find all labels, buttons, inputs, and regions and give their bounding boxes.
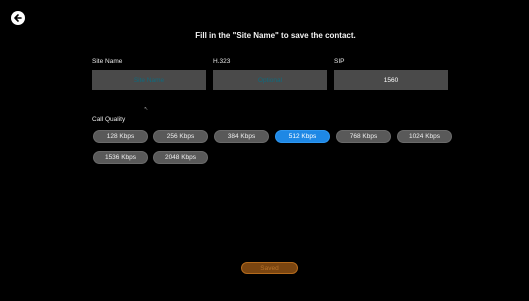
- quality-option-1536[interactable]: 1536 Kbps: [93, 151, 148, 164]
- quality-option-256[interactable]: 256 Kbps: [153, 130, 208, 143]
- h323-label: H.323: [213, 58, 231, 65]
- quality-option-384[interactable]: 384 Kbps: [214, 130, 269, 143]
- arrow-left-icon: [14, 14, 22, 22]
- back-button[interactable]: [11, 11, 25, 25]
- site-name-input[interactable]: [92, 70, 206, 90]
- site-name-label: Site Name: [92, 58, 123, 65]
- quality-option-768[interactable]: 768 Kbps: [336, 130, 391, 143]
- save-button[interactable]: Saved: [241, 262, 298, 274]
- page-title: Fill in the "Site Name" to save the cont…: [195, 31, 356, 40]
- sip-label: SIP: [334, 58, 345, 65]
- quality-option-128[interactable]: 128 Kbps: [93, 130, 148, 143]
- quality-option-2048[interactable]: 2048 Kbps: [153, 151, 208, 164]
- quality-option-512[interactable]: 512 Kbps: [275, 130, 330, 143]
- cursor-mark: ↖: [144, 106, 149, 112]
- h323-input[interactable]: [213, 70, 327, 90]
- quality-option-1024[interactable]: 1024 Kbps: [397, 130, 452, 143]
- call-quality-label: Call Quality: [92, 116, 126, 123]
- sip-input[interactable]: 1560: [334, 70, 448, 90]
